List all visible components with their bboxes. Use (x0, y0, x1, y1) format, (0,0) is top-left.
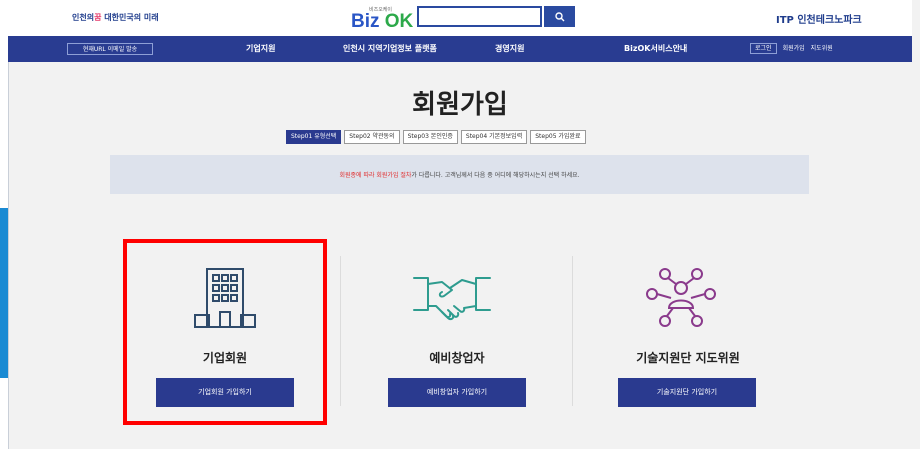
step-1: Step01 유형선택 (286, 130, 342, 144)
left-panel-edge (0, 0, 9, 449)
top-header: 인천의꿈 대한민국의 미래 비즈오케이 Biz OK ITP 인천테크노파크 (8, 0, 912, 36)
nav-item-management[interactable]: 경영지원 (495, 43, 524, 54)
nav-item-bizok-guide[interactable]: BizOK서비스안내 (624, 43, 687, 54)
startup-join-button[interactable]: 예비창업자 가입하기 (388, 378, 526, 407)
advisor-link[interactable]: 지도위원 (811, 45, 833, 52)
main-nav: 현재URL 이메일 발송 기업지원 인천시 지역기업정보 플랫폼 경영지원 Bi… (8, 36, 912, 62)
search-button[interactable] (544, 6, 575, 27)
handshake-icon (413, 277, 491, 321)
selection-highlight (123, 239, 327, 425)
itp-logo[interactable]: ITP 인천테크노파크 (776, 11, 862, 26)
nav-item-local-platform[interactable]: 인천시 지역기업정보 플랫폼 (343, 43, 437, 54)
step-5: Step05 가입완료 (530, 130, 586, 144)
signup-link[interactable]: 회원가입 (783, 45, 805, 52)
info-text: 회원종에 따라 회원가입 절차가 다릅니다. 고객님께서 다음 중 어디에 해당… (339, 172, 580, 179)
card-title-tech-advisor: 기술지원단 지도위원 (636, 351, 740, 365)
info-box: 회원종에 따라 회원가입 절차가 다릅니다. 고객님께서 다음 중 어디에 해당… (110, 155, 809, 194)
step-2: Step02 약관동의 (344, 130, 400, 144)
url-email-button[interactable]: 현재URL 이메일 발송 (67, 43, 153, 55)
tech-advisor-join-button[interactable]: 기술지원단 가입하기 (618, 378, 756, 407)
search-input[interactable] (417, 6, 542, 27)
card-title-startup: 예비창업자 (429, 351, 485, 365)
bizok-logo[interactable]: 비즈오케이 Biz OK (351, 6, 417, 32)
network-people-icon (646, 268, 716, 327)
util-links: 로그인 회원가입 지도위원 (750, 43, 833, 54)
card-divider (340, 256, 341, 406)
step-indicator: Step01 유형선택 Step02 약관동의 Step03 본인인증 Step… (286, 130, 586, 144)
page-title: 회원가입 (412, 90, 508, 120)
step-4: Step04 기본정보입력 (460, 130, 528, 144)
step-3: Step03 본인인증 (402, 130, 458, 144)
left-panel-accent (0, 208, 8, 378)
login-link[interactable]: 로그인 (750, 43, 777, 54)
incheon-logo[interactable]: 인천의꿈 대한민국의 미래 (72, 12, 159, 23)
nav-item-business-support[interactable]: 기업지원 (246, 43, 275, 54)
card-divider (572, 256, 573, 406)
search-icon (554, 12, 564, 22)
